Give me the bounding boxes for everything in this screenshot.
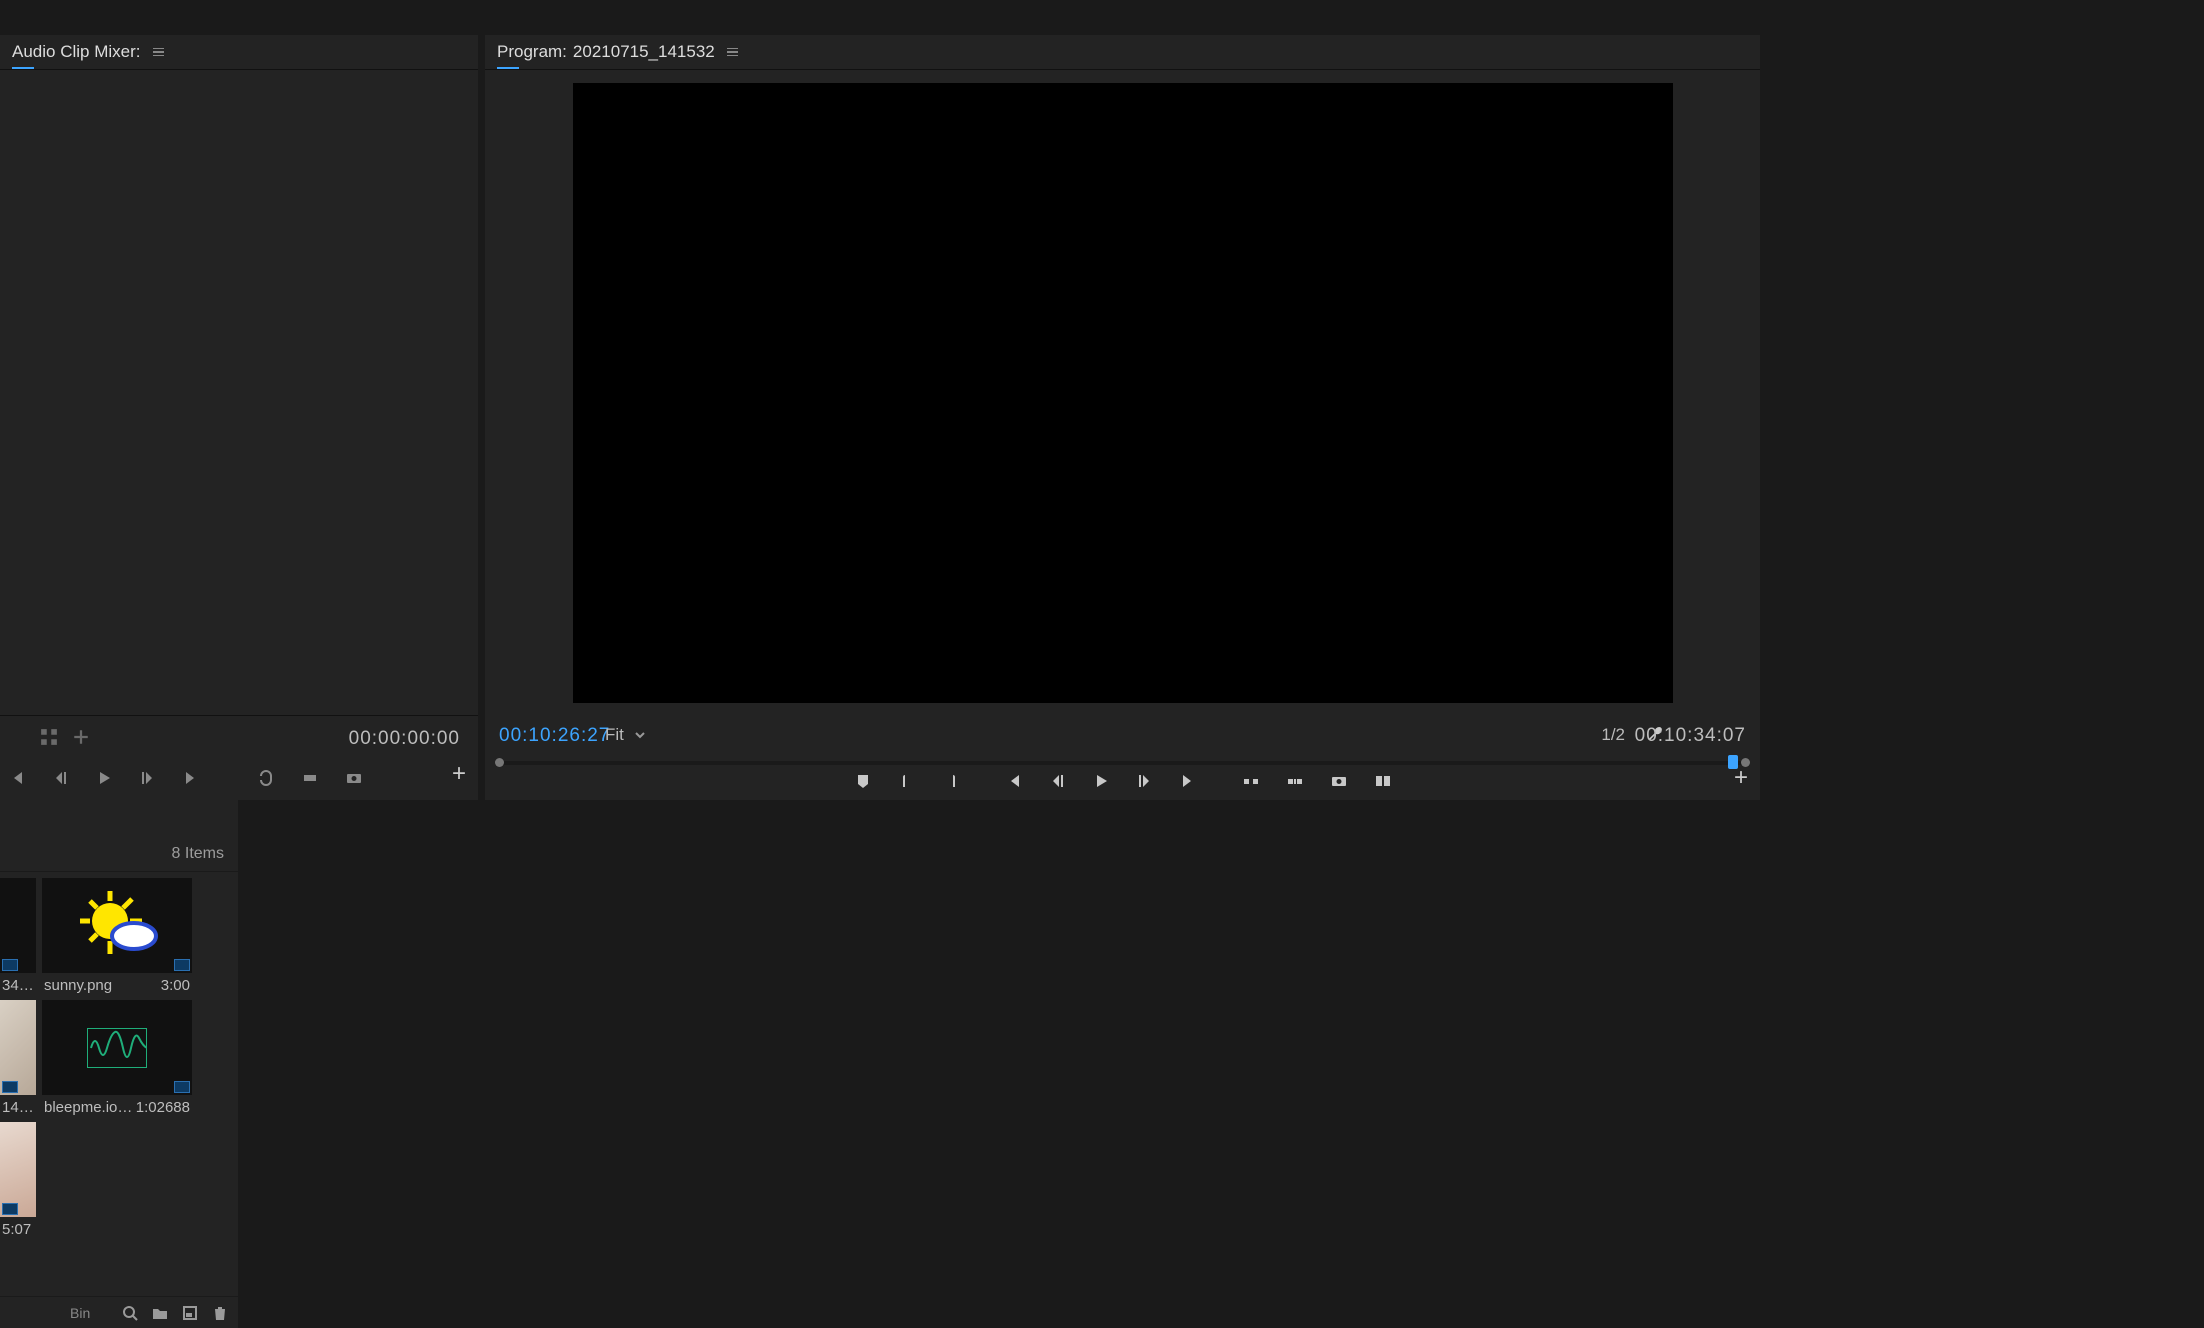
sequence-name: 20210715_141532: [573, 42, 715, 62]
tab-audio-clip-mixer[interactable]: Audio Clip Mixer:: [12, 35, 164, 69]
program-timecode-duration[interactable]: 00:10:34:07: [1635, 725, 1746, 747]
media-name: sunny.png: [44, 977, 112, 994]
program-canvas[interactable]: [573, 83, 1673, 703]
program-controls: 00:10:26:27 Fit 1/2 00:10:34:07: [485, 715, 1760, 800]
media-thumb[interactable]: [0, 878, 36, 973]
mixer-transport: [0, 766, 366, 790]
program-timecode-current[interactable]: 00:10:26:27: [499, 725, 610, 747]
waveform-icon: [87, 1028, 147, 1068]
media-thumb[interactable]: [0, 1000, 36, 1095]
mixer-footer: 00:00:00:00 +: [0, 715, 478, 800]
media-duration: 5:07: [2, 1221, 31, 1238]
search-icon[interactable]: [122, 1305, 138, 1321]
new-bin-icon[interactable]: [152, 1305, 168, 1321]
trash-icon[interactable]: [212, 1305, 228, 1321]
image-badge-icon: [174, 959, 190, 971]
media-duration: 34:07: [2, 977, 34, 994]
video-badge-icon: [2, 1081, 18, 1093]
play-button[interactable]: [92, 766, 116, 790]
app-menubar: [0, 0, 2204, 35]
add-button[interactable]: +: [452, 760, 466, 788]
mixer-tabbar: Audio Clip Mixer:: [0, 35, 478, 70]
media-card[interactable]: 34:07: [0, 878, 36, 994]
mixer-timecode[interactable]: 00:00:00:00: [349, 728, 460, 750]
media-thumb[interactable]: [0, 1122, 36, 1217]
scrub-start-handle[interactable]: [495, 758, 504, 767]
camera-icon[interactable]: [342, 766, 366, 790]
export-frame-button[interactable]: [1328, 770, 1350, 792]
chevron-down-icon: [634, 729, 646, 741]
audio-badge-icon: [174, 1081, 190, 1093]
mark-in-button[interactable]: [896, 770, 918, 792]
hamburger-icon[interactable]: [153, 48, 164, 57]
resolution-label: 1/2: [1601, 725, 1625, 745]
add-marker-button[interactable]: [852, 770, 874, 792]
project-panel: 8 Items 34:07 sunny.png 3:00: [0, 800, 238, 1328]
media-card[interactable]: 14:27: [0, 1000, 36, 1116]
tab-prefix: Program:: [497, 42, 567, 62]
new-item-icon[interactable]: [182, 1305, 198, 1321]
resolution-dropdown[interactable]: 1/2: [1601, 725, 1635, 745]
project-footer: Bin: [0, 1296, 238, 1328]
comparison-view-button[interactable]: [1372, 770, 1394, 792]
insert-button[interactable]: [298, 766, 322, 790]
media-card[interactable]: sunny.png 3:00: [42, 878, 192, 994]
media-name: bleepme.io – bleep …: [44, 1099, 136, 1116]
program-monitor-panel: Program: 20210715_141532 00:10:26:27 Fit…: [485, 35, 1760, 800]
loop-button[interactable]: [254, 766, 278, 790]
play-button[interactable]: [1090, 770, 1112, 792]
media-duration: 14:27: [2, 1099, 34, 1116]
step-forward-button[interactable]: [1134, 770, 1156, 792]
go-to-in-button[interactable]: [4, 766, 28, 790]
tab-label: Audio Clip Mixer:: [12, 42, 141, 62]
project-body[interactable]: 34:07 sunny.png 3:00 14:27: [0, 872, 238, 1296]
expand-icon[interactable]: [72, 728, 90, 746]
add-button[interactable]: +: [1734, 764, 1748, 792]
hamburger-icon[interactable]: [727, 48, 738, 57]
media-card[interactable]: 5:07: [0, 1122, 36, 1238]
step-back-button[interactable]: [1046, 770, 1068, 792]
video-badge-icon: [2, 1203, 18, 1215]
mixer-body: [0, 70, 478, 715]
media-thumb[interactable]: [42, 878, 192, 973]
media-duration: 3:00: [161, 977, 190, 994]
sequence-badge-icon: [2, 959, 18, 971]
media-duration: 1:02688: [136, 1099, 190, 1116]
go-to-in-button[interactable]: [1002, 770, 1024, 792]
program-scrub-bar[interactable]: [495, 755, 1750, 771]
program-viewer[interactable]: [485, 70, 1760, 715]
media-card[interactable]: bleepme.io – bleep …1:02688: [42, 1000, 192, 1116]
step-back-button[interactable]: [48, 766, 72, 790]
zoom-label: Fit: [605, 725, 624, 745]
tab-program[interactable]: Program: 20210715_141532: [497, 35, 738, 69]
zoom-dropdown[interactable]: Fit: [605, 725, 646, 745]
footer-label: Bin: [70, 1305, 90, 1321]
mixer-view-icons: [40, 728, 90, 746]
media-thumb[interactable]: [42, 1000, 192, 1095]
go-to-out-button[interactable]: [1178, 770, 1200, 792]
sunny-thumb-icon: [72, 886, 162, 966]
go-to-out-button[interactable]: [180, 766, 204, 790]
scrub-track[interactable]: [503, 761, 1742, 765]
mark-out-button[interactable]: [940, 770, 962, 792]
grid-icon[interactable]: [40, 728, 58, 746]
lift-button[interactable]: [1240, 770, 1262, 792]
extract-button[interactable]: [1284, 770, 1306, 792]
audio-clip-mixer-panel: Audio Clip Mixer: 00:00:00:00 +: [0, 35, 478, 800]
project-header: 8 Items: [0, 800, 238, 872]
program-tabbar: Program: 20210715_141532: [485, 35, 1760, 70]
step-forward-button[interactable]: [136, 766, 160, 790]
program-transport: [485, 770, 1760, 792]
item-count: 8 Items: [172, 845, 224, 863]
